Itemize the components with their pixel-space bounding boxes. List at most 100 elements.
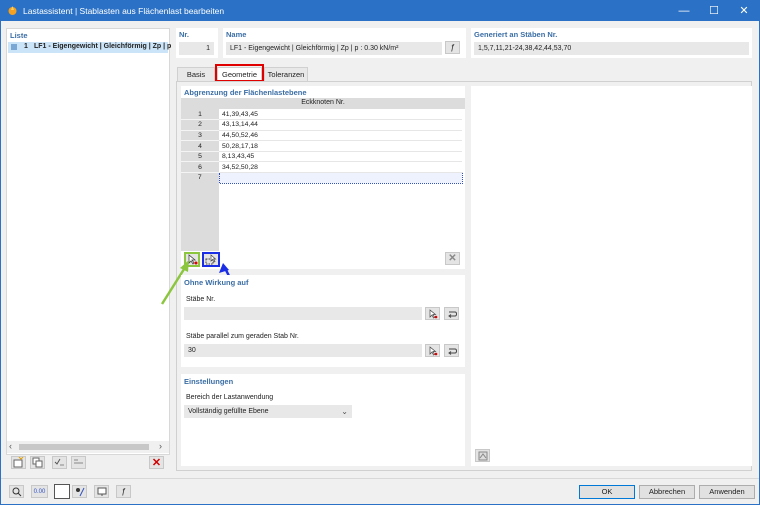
row-header-filler (181, 183, 219, 251)
table-row[interactable]: 3 44,50,52,46 (181, 130, 462, 142)
parallel-label: Stäbe parallel zum geraden Stab Nr. (186, 333, 299, 340)
reset-arrow-icon (447, 348, 457, 355)
cancel-button[interactable]: Abbrechen (639, 485, 695, 499)
title-bar: Lastassistent | Stablasten aus Flächenla… (1, 1, 759, 21)
row-number: 1 (181, 109, 219, 121)
bereich-dropdown[interactable]: Vollständig gefüllte Ebene ⌄ (184, 405, 352, 418)
row-number: 5 (181, 151, 219, 163)
window-title: Lastassistent | Stablasten aus Flächenla… (23, 6, 225, 16)
search-icon (12, 487, 21, 496)
check-all-icon (54, 458, 64, 466)
nr-box: Nr. 1 (176, 28, 218, 58)
scroll-left-icon[interactable]: ‹ (9, 441, 12, 451)
delete-icon: ✕ (151, 457, 162, 469)
color-button[interactable] (54, 484, 70, 499)
preview-icon (478, 451, 487, 460)
cell-value[interactable]: 50,28,17,18 (219, 140, 462, 152)
list-header: Liste (10, 31, 28, 40)
generated-box: Generiert an Stäben Nr. 1,5,7,11,21-24,3… (471, 28, 752, 58)
display-button[interactable] (72, 485, 87, 498)
delete-row-icon: ✕ (448, 253, 457, 264)
abgrenzung-header: Abgrenzung der Flächenlastebene (184, 88, 307, 97)
parallel-field[interactable]: 30 (184, 344, 422, 357)
view-button[interactable] (94, 485, 109, 498)
row-number: 3 (181, 130, 219, 142)
nr-field[interactable]: 1 (179, 42, 214, 55)
cell-value[interactable]: 43,13,14,44 (219, 119, 462, 131)
scroll-thumb[interactable] (19, 444, 149, 450)
tab-toleranzen[interactable]: Toleranzen (264, 67, 308, 81)
maximize-button[interactable]: ☐ (699, 1, 729, 21)
table-row[interactable]: 4 50,28,17,18 (181, 140, 462, 152)
formula-button[interactable]: ƒ (116, 485, 131, 498)
edit-name-button[interactable]: ƒ (445, 41, 460, 54)
einstellungen-panel: Einstellungen Bereich der Lastanwendung … (181, 374, 465, 466)
apply-button[interactable]: Anwenden (699, 485, 755, 499)
generated-field: 1,5,7,11,21-24,38,42,44,53,70 (474, 42, 749, 55)
cell-value[interactable]: 44,50,52,46 (219, 130, 462, 142)
preview-settings-button[interactable] (475, 449, 490, 462)
list-scrollbar[interactable]: ‹ › (7, 441, 169, 453)
reset-arrow-icon (447, 311, 457, 318)
column-header: Eckknoten Nr. (301, 99, 345, 106)
ohne-wirkung-header: Ohne Wirkung auf (184, 278, 249, 287)
ok-button[interactable]: OK (579, 485, 635, 499)
uncheck-all-button[interactable] (71, 456, 86, 469)
table-row[interactable]: 2 43,13,14,44 (181, 119, 462, 131)
name-box: Name LF1 - Eigengewicht | Gleichförmig |… (223, 28, 466, 58)
dialog-window: Lastassistent | Stablasten aus Flächenla… (0, 0, 760, 505)
list-item[interactable]: 1 LF1 - Eigengewicht | Gleichförmig | Zp… (8, 42, 172, 53)
row-number: 7 (181, 172, 219, 184)
delete-item-button[interactable]: ✕ (149, 456, 164, 469)
row-number: 6 (181, 161, 219, 174)
parallel-reset-button[interactable] (444, 344, 459, 357)
new-item-button[interactable] (11, 456, 26, 469)
corner-nodes-table: 1 41,39,43,45 2 43,13,14,44 3 44,50,52,46 4… (181, 109, 463, 184)
tab-basis[interactable]: Basis (177, 67, 215, 81)
cell-value-active[interactable] (218, 172, 463, 184)
row-number: 4 (181, 140, 219, 152)
einstellungen-header: Einstellungen (184, 377, 234, 386)
nr-label: Nr. (179, 30, 190, 39)
bereich-label: Bereich der Lastanwendung (186, 394, 274, 401)
minimize-button[interactable]: — (669, 1, 699, 21)
view-icon (97, 487, 106, 496)
table-header: Eckknoten Nr. (181, 98, 465, 109)
cell-value[interactable]: 41,39,43,45 (219, 109, 462, 121)
new-item-icon (13, 457, 24, 468)
preview-panel (471, 86, 752, 466)
chevron-down-icon: ⌄ (341, 407, 348, 416)
list-item-label: LF1 - Eigengewicht | Gleichförmig | Zp |… (34, 43, 172, 50)
units-button[interactable]: 0.00 (31, 485, 48, 498)
green-arrow-head (180, 260, 189, 272)
close-button[interactable]: ✕ (729, 1, 759, 21)
staebe-reset-button[interactable] (444, 307, 459, 320)
name-field[interactable]: LF1 - Eigengewicht | Gleichförmig | Zp |… (226, 42, 442, 55)
scroll-right-icon[interactable]: › (159, 441, 162, 451)
formula-icon: ƒ (450, 43, 455, 52)
list-item-color-icon (11, 44, 17, 50)
uncheck-all-icon (74, 459, 83, 464)
copy-icon (32, 457, 43, 468)
table-row[interactable]: 1 41,39,43,45 (181, 109, 462, 121)
abgrenzung-panel: Abgrenzung der Flächenlastebene Eckknote… (181, 86, 465, 269)
table-row[interactable]: 6 34,52,50,28 (181, 161, 462, 174)
delete-row-button[interactable]: ✕ (445, 252, 460, 265)
table-row[interactable]: 5 8,13,43,45 (181, 151, 462, 163)
staebe-field[interactable] (184, 307, 422, 320)
staebe-pick-button[interactable] (425, 307, 440, 320)
display-icon (75, 487, 84, 496)
geometrie-highlight (215, 64, 264, 82)
check-all-button[interactable] (52, 456, 67, 469)
parallel-pick-button[interactable] (425, 344, 440, 357)
cell-value[interactable]: 34,52,50,28 (219, 161, 462, 174)
cell-value[interactable]: 8,13,43,45 (219, 151, 462, 163)
bereich-value: Vollständig gefüllte Ebene (188, 408, 269, 415)
generated-label: Generiert an Stäben Nr. (474, 30, 558, 39)
formula-icon: ƒ (121, 487, 126, 496)
list-panel: Liste 1 LF1 - Eigengewicht | Gleichförmi… (6, 28, 172, 455)
copy-item-button[interactable] (30, 456, 45, 469)
search-button[interactable] (9, 485, 24, 498)
table-row[interactable]: 7 (181, 172, 463, 184)
staebe-label: Stäbe Nr. (186, 296, 216, 303)
